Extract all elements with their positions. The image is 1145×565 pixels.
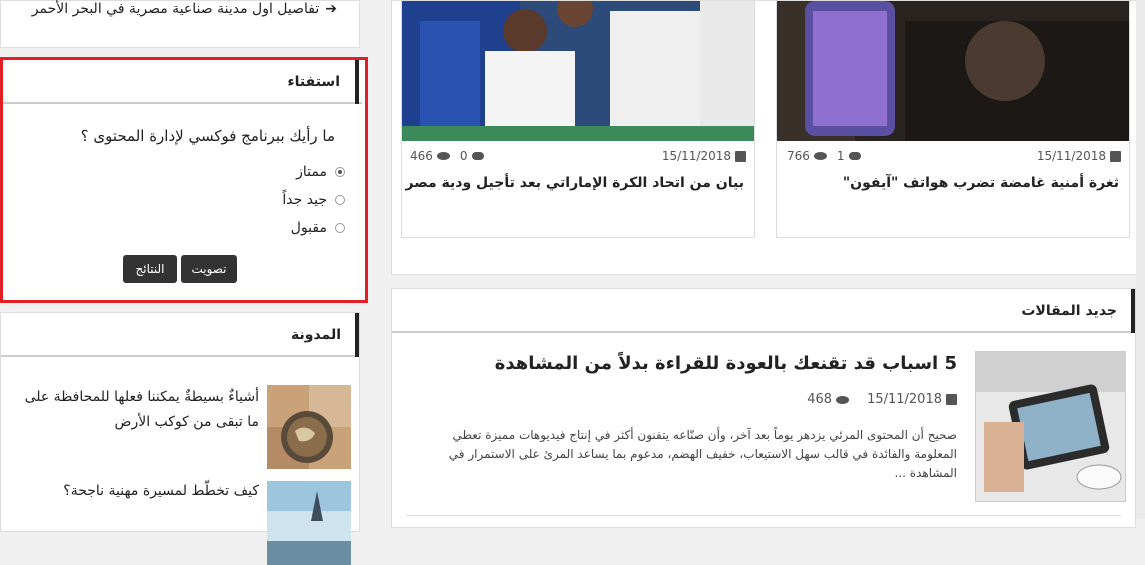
blog-thumbnail[interactable] <box>267 481 351 565</box>
article-divider <box>406 515 1121 516</box>
news-card[interactable]: 15/11/2018 0 466 بيان من اتحاد الكرة الإ… <box>401 0 755 238</box>
calendar-icon <box>1110 150 1121 162</box>
poll-question: ما رأيك ببرنامج فوكسي لإدارة المحتوى ؟ <box>80 127 335 145</box>
poll-heading: استفتاء <box>287 74 341 90</box>
earth-thumbnail-image <box>267 385 351 469</box>
radio-selected-icon[interactable] <box>335 167 345 177</box>
news-card-title[interactable]: ثغرة أمنية غامضة تضرب هواتف "آيفون" <box>843 175 1119 191</box>
radio-icon[interactable] <box>335 223 345 233</box>
poll-option-excellent[interactable]: ممتاز <box>296 164 345 180</box>
header-accent-bar <box>1131 289 1135 333</box>
article-excerpt: صحيح أن المحتوى المرئي يزدهر يوماً بعد آ… <box>448 428 957 480</box>
tablet-reading-image <box>976 352 1125 501</box>
calendar-icon <box>946 394 957 405</box>
news-card[interactable]: 15/11/2018 1 766 ثغرة أمنية غامضة تضرب ه… <box>776 0 1130 238</box>
news-card-stats: 1 766 <box>787 149 861 163</box>
radio-icon[interactable] <box>335 195 345 205</box>
blog-thumbnail[interactable] <box>267 385 351 469</box>
latest-articles-heading: جديد المقالات <box>1021 303 1117 319</box>
news-card-image[interactable] <box>777 1 1129 141</box>
news-card-title[interactable]: بيان من اتحاد الكرة الإماراتي بعد تأجيل … <box>406 175 745 191</box>
article-title[interactable]: 5 اسباب قد تقنعك بالعودة للقراءة بدلاً م… <box>495 353 957 374</box>
latest-articles-header: جديد المقالات <box>392 289 1135 333</box>
vote-button[interactable]: تصويت <box>181 255 237 283</box>
comment-icon <box>471 152 484 160</box>
blog-header: المدونة <box>1 313 359 357</box>
eye-icon <box>836 395 850 404</box>
poll-option-acceptable[interactable]: مقبول <box>291 220 345 236</box>
article-meta: 15/11/2018 468 <box>807 392 957 407</box>
poll-header: استفتاء <box>3 60 362 104</box>
poll-widget: استفتاء ما رأيك ببرنامج فوكسي لإدارة الم… <box>0 57 368 303</box>
top-link-strip: ➔ تفاصيل اول مدينة صناعية مصرية في البحر… <box>0 0 360 48</box>
blog-heading: المدونة <box>291 327 341 343</box>
latest-articles-widget: جديد المقالات 5 اسباب قد تقنعك بالعودة ل… <box>391 288 1136 528</box>
arrow-right-icon: ➔ <box>325 1 337 17</box>
top-link[interactable]: ➔ تفاصيل اول مدينة صناعية مصرية في البحر… <box>32 1 337 17</box>
iphone-image <box>777 1 1129 141</box>
comment-icon <box>848 152 861 160</box>
blog-item-title[interactable]: أشياءٌ بسيطةٌ يمكننا فعلها للمحافظة على … <box>24 385 259 435</box>
football-players-image <box>402 1 754 141</box>
news-card-image[interactable] <box>402 1 754 141</box>
results-button[interactable]: النتائج <box>123 255 177 283</box>
career-thumbnail-image <box>267 481 351 565</box>
poll-option-very-good[interactable]: جيد جداً <box>282 192 345 208</box>
news-card-stats: 0 466 <box>410 149 484 163</box>
eye-icon <box>436 152 450 160</box>
news-card-date: 15/11/2018 <box>1037 149 1121 163</box>
news-card-date: 15/11/2018 <box>662 149 746 163</box>
blog-widget: المدونة أشياءٌ بسيطةٌ يمكننا فعلها للمحا… <box>0 312 360 565</box>
calendar-icon <box>735 150 746 162</box>
blog-item-title[interactable]: كيف تخطّط لمسيرة مهنية ناجحة؟ <box>63 483 259 499</box>
header-accent-bar <box>355 60 359 104</box>
eye-icon <box>813 152 827 160</box>
page-scroll-edge[interactable] <box>1136 0 1145 519</box>
article-thumbnail[interactable] <box>975 351 1126 502</box>
header-accent-bar <box>355 313 359 357</box>
